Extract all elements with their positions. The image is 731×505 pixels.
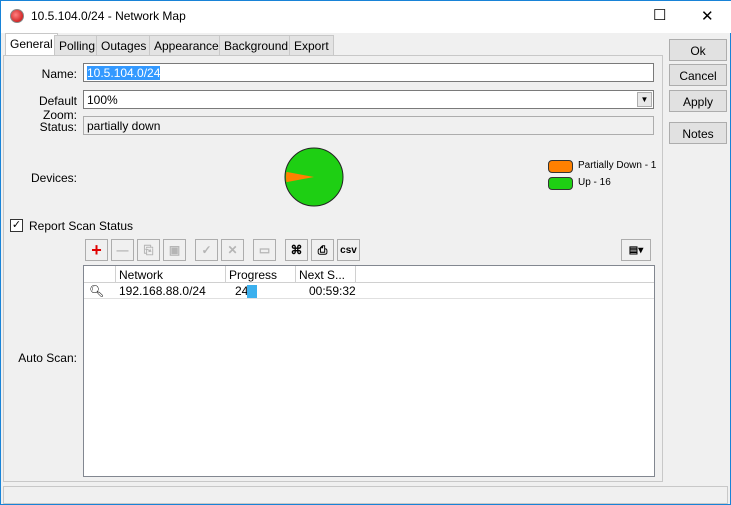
auto-scan-table: Network Progress Next S... 🔍︎ 192.168.88… — [83, 265, 655, 477]
network-cell: 192.168.88.0/24 — [119, 284, 206, 298]
tab-export[interactable]: Export — [289, 35, 334, 55]
progress-bar — [247, 285, 257, 298]
tab-appearance[interactable]: Appearance — [149, 35, 224, 55]
columns-menu-icon[interactable]: ▤▾ — [621, 239, 651, 261]
cancel-button[interactable]: Cancel — [669, 64, 727, 86]
close-button[interactable]: ✕ — [701, 7, 714, 25]
search-icon: 🔍︎ — [89, 284, 105, 298]
devices-pie-chart — [284, 147, 344, 207]
chevron-down-icon[interactable]: ▼ — [637, 92, 652, 107]
default-zoom-label: Default Zoom: — [38, 94, 77, 122]
name-input[interactable]: 10.5.104.0/24 — [83, 63, 654, 82]
window-title: 10.5.104.0/24 - Network Map — [31, 9, 186, 23]
next-scan-cell: 00:59:32 — [309, 284, 356, 298]
name-label: Name: — [41, 67, 77, 81]
status-bar — [3, 486, 728, 504]
column-header-filler — [356, 266, 654, 283]
status-label: Status: — [39, 120, 77, 134]
maximize-button[interactable]: ☐ — [653, 6, 666, 24]
name-value: 10.5.104.0/24 — [87, 66, 161, 80]
enable-icon[interactable]: ✓ — [195, 239, 218, 261]
app-icon — [10, 9, 24, 23]
legend-up: Up - 16 — [578, 177, 611, 188]
column-header-network[interactable]: Network — [116, 266, 226, 283]
add-icon[interactable]: + — [85, 239, 108, 261]
column-header-next-scan[interactable]: Next S... — [296, 266, 356, 283]
tab-background[interactable]: Background — [219, 35, 294, 55]
column-header-icon[interactable] — [84, 266, 116, 283]
copy-icon[interactable]: ⎘ — [137, 239, 160, 261]
notes-button[interactable]: Notes — [669, 122, 727, 144]
table-row[interactable]: 🔍︎ 192.168.88.0/24 24 00:59:32 — [84, 283, 654, 299]
print-icon[interactable]: ⎙ — [311, 239, 334, 261]
apply-button[interactable]: Apply — [669, 90, 727, 112]
status-field: partially down — [83, 116, 654, 135]
ok-button[interactable]: Ok — [669, 39, 727, 61]
title-bar: 10.5.104.0/24 - Network Map ☐ ✕ — [1, 1, 731, 33]
devices-label: Devices: — [30, 171, 77, 185]
remove-icon[interactable]: — — [111, 239, 134, 261]
legend-swatch-up — [548, 177, 573, 190]
export-csv-button[interactable]: csv — [337, 239, 360, 261]
report-scan-checkbox[interactable]: ✓ — [10, 219, 23, 232]
tab-general[interactable]: General — [5, 33, 58, 56]
find-binoculars-icon[interactable]: ⌘ — [285, 239, 308, 261]
default-zoom-select[interactable]: 100% ▼ — [83, 90, 654, 109]
report-scan-label: Report Scan Status — [29, 219, 134, 233]
column-header-progress[interactable]: Progress — [226, 266, 296, 283]
tab-polling[interactable]: Polling — [54, 35, 101, 55]
legend-swatch-partially-down — [548, 160, 573, 173]
default-zoom-value: 100% — [87, 93, 118, 107]
tab-outages[interactable]: Outages — [96, 35, 152, 55]
disable-icon[interactable]: ✕ — [221, 239, 244, 261]
comment-icon[interactable]: ▭ — [253, 239, 276, 261]
paste-icon[interactable]: ▣ — [163, 239, 186, 261]
auto-scan-label: Auto Scan: — [18, 351, 77, 365]
legend-partially-down: Partially Down - 1 — [578, 160, 657, 171]
